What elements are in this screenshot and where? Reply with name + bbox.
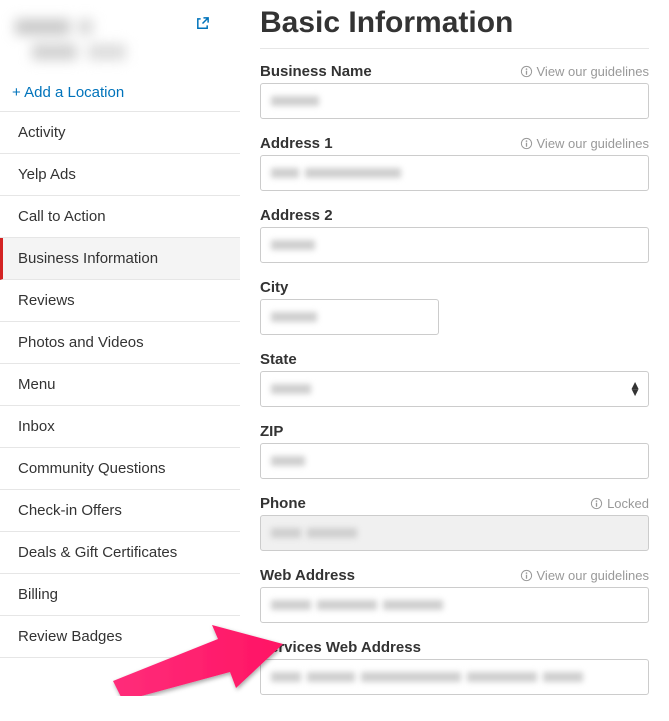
field-label: Web Address: [260, 567, 355, 584]
business_name-input[interactable]: [260, 83, 649, 119]
redacted-value: [271, 672, 583, 682]
redacted-value: [271, 456, 305, 466]
add-location-link[interactable]: Add a Location: [0, 80, 240, 111]
sidebar-item-inbox[interactable]: Inbox: [0, 406, 240, 448]
field-zip: ZIP: [260, 423, 649, 479]
sidebar-item-label: Business Information: [18, 250, 158, 267]
field-state: State▲▼: [260, 351, 649, 407]
city-input[interactable]: [260, 299, 439, 335]
field-label: Services Web Address: [260, 639, 421, 656]
sidebar-item-activity[interactable]: Activity: [0, 112, 240, 154]
hint-text: View our guidelines: [537, 568, 650, 583]
field-business_name: Business Name View our guidelines: [260, 63, 649, 119]
hint-text: View our guidelines: [537, 64, 650, 79]
phone-input: [260, 515, 649, 551]
business-header: [0, 8, 240, 80]
sidebar-item-label: Yelp Ads: [18, 166, 76, 183]
address1-input[interactable]: [260, 155, 649, 191]
sidebar-item-reviews[interactable]: Reviews: [0, 280, 240, 322]
redacted-value: [271, 312, 317, 322]
sidebar-item-label: Call to Action: [18, 208, 106, 225]
page-title: Basic Information: [260, 6, 649, 49]
sidebar-item-call-to-action[interactable]: Call to Action: [0, 196, 240, 238]
sidebar-item-label: Reviews: [18, 292, 75, 309]
external-link-icon[interactable]: [195, 16, 210, 36]
add-location-label: Add a Location: [24, 84, 124, 101]
redacted-value: [271, 528, 357, 538]
field-label: City: [260, 279, 288, 296]
sidebar-item-label: Community Questions: [18, 460, 166, 477]
address2-input[interactable]: [260, 227, 649, 263]
field-address1: Address 1 View our guidelines: [260, 135, 649, 191]
sidebar-item-label: Activity: [18, 124, 66, 141]
sidebar-item-label: Menu: [18, 376, 56, 393]
field-label: Business Name: [260, 63, 372, 80]
sidebar-item-check-in-offers[interactable]: Check-in Offers: [0, 490, 240, 532]
redacted-value: [271, 240, 315, 250]
field-phone: Phone Locked: [260, 495, 649, 551]
sidebar-item-label: Deals & Gift Certificates: [18, 544, 177, 561]
zip-input[interactable]: [260, 443, 649, 479]
sidebar-item-deals-gift-certificates[interactable]: Deals & Gift Certificates: [0, 532, 240, 574]
sidebar-item-label: Photos and Videos: [18, 334, 144, 351]
sidebar-nav: Activity Yelp Ads Call to Action Business I…: [0, 111, 240, 658]
field-label: State: [260, 351, 297, 368]
sidebar-item-label: Review Badges: [18, 628, 122, 645]
sidebar-item-community-questions[interactable]: Community Questions: [0, 448, 240, 490]
field-label: Address 1: [260, 135, 333, 152]
redacted-value: [271, 168, 401, 178]
sidebar-item-review-badges[interactable]: Review Badges: [0, 616, 240, 658]
guidelines-link[interactable]: View our guidelines: [520, 136, 650, 151]
main-content: Basic Information Business Name View our …: [240, 0, 669, 721]
sidebar-item-label: Check-in Offers: [18, 502, 122, 519]
locked-indicator: Locked: [590, 496, 649, 511]
guidelines-link[interactable]: View our guidelines: [520, 568, 650, 583]
redacted-value: [271, 384, 311, 394]
redacted-value: [271, 96, 319, 106]
sidebar-item-yelp-ads[interactable]: Yelp Ads: [0, 154, 240, 196]
sidebar-item-business-information[interactable]: Business Information: [0, 238, 240, 280]
field-web: Web Address View our guidelines: [260, 567, 649, 623]
field-city: City: [260, 279, 649, 335]
hint-text: Locked: [607, 496, 649, 511]
field-address2: Address 2: [260, 207, 649, 263]
business-logo: [10, 14, 140, 66]
sidebar-item-label: Inbox: [18, 418, 55, 435]
field-services_web: Services Web Address: [260, 639, 649, 695]
web-input[interactable]: [260, 587, 649, 623]
redacted-value: [271, 600, 443, 610]
hint-text: View our guidelines: [537, 136, 650, 151]
services_web-input[interactable]: [260, 659, 649, 695]
state-select[interactable]: [260, 371, 649, 407]
sidebar-item-label: Billing: [18, 586, 58, 603]
sidebar-item-photos-and-videos[interactable]: Photos and Videos: [0, 322, 240, 364]
guidelines-link[interactable]: View our guidelines: [520, 64, 650, 79]
field-label: Phone: [260, 495, 306, 512]
sidebar: Add a Location Activity Yelp Ads Call to A…: [0, 0, 240, 721]
sidebar-item-billing[interactable]: Billing: [0, 574, 240, 616]
field-label: Address 2: [260, 207, 333, 224]
sidebar-item-menu[interactable]: Menu: [0, 364, 240, 406]
field-label: ZIP: [260, 423, 283, 440]
